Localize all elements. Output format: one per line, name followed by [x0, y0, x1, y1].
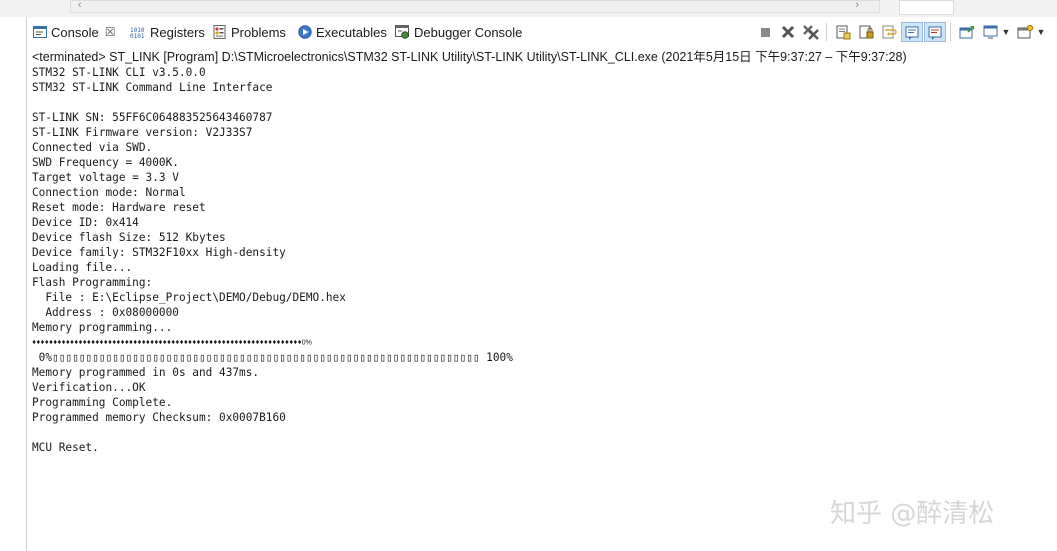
registers-icon: 1010 0101 — [130, 27, 145, 39]
console-line: Verification...OK — [32, 381, 146, 394]
progress-bar-line: 0%▯▯▯▯▯▯▯▯▯▯▯▯▯▯▯▯▯▯▯▯▯▯▯▯▯▯▯▯▯▯▯▯▯▯▯▯▯▯… — [32, 351, 513, 364]
remove-launch-button[interactable] — [777, 22, 799, 42]
tab-executables-label: Executables — [316, 24, 387, 40]
progress-glyphs-percent: 0% — [301, 339, 312, 347]
clear-console-icon — [836, 25, 850, 39]
pin-console-button[interactable] — [956, 22, 978, 42]
debugger-console-icon — [395, 25, 409, 39]
console-line: Loading file... — [32, 261, 133, 274]
console-line: Memory programming... — [32, 321, 173, 334]
display-console-icon — [983, 25, 997, 39]
tab-console-label: Console — [51, 24, 99, 40]
open-console-dropdown-icon[interactable]: ▼ — [1036, 27, 1046, 37]
left-pane — [0, 17, 27, 551]
console-view: Console ☒ 1010 0101 Registers Problems E… — [27, 17, 1057, 551]
console-line: Memory programmed in 0s and 437ms. — [32, 366, 260, 379]
top-strip: ‹ › — [0, 0, 1057, 17]
scroll-right-icon[interactable]: › — [855, 0, 859, 11]
word-wrap-icon — [882, 25, 897, 38]
toolbar-separator — [950, 23, 951, 41]
tab-executables[interactable]: Executables — [298, 21, 387, 43]
show-on-output-icon — [905, 26, 918, 40]
terminate-icon — [760, 27, 770, 37]
scroll-lock-button[interactable] — [855, 22, 877, 42]
console-line: Target voltage = 3.3 V — [32, 171, 179, 184]
remove-all-terminated-button[interactable] — [800, 22, 822, 42]
console-line: Device family: STM32F10xx High-density — [32, 246, 286, 259]
console-line: Programming Complete. — [32, 396, 173, 409]
remove-all-icon — [803, 25, 819, 40]
toolbar-separator — [826, 23, 827, 41]
executables-icon — [298, 25, 312, 39]
console-line: MCU Reset. — [32, 441, 99, 454]
console-output[interactable]: STM32 ST-LINK CLI v3.5.0.0 STM32 ST-LINK… — [32, 65, 1052, 455]
console-line: Reset mode: Hardware reset — [32, 201, 206, 214]
problems-icon — [213, 25, 226, 39]
horizontal-scrollbar[interactable]: ‹ › — [70, 0, 880, 13]
progress-glyph-line: ♦♦♦♦♦♦♦♦♦♦♦♦♦♦♦♦♦♦♦♦♦♦♦♦♦♦♦♦♦♦♦♦♦♦♦♦♦♦♦♦… — [32, 335, 1052, 350]
progress-glyphs: ♦♦♦♦♦♦♦♦♦♦♦♦♦♦♦♦♦♦♦♦♦♦♦♦♦♦♦♦♦♦♦♦♦♦♦♦♦♦♦♦… — [32, 338, 302, 347]
tab-registers[interactable]: 1010 0101 Registers — [130, 21, 205, 43]
console-line: Connected via SWD. — [32, 141, 153, 154]
console-line: STM32 ST-LINK CLI v3.5.0.0 — [32, 66, 206, 79]
close-icon[interactable]: ☒ — [105, 25, 116, 39]
show-on-stderr-button[interactable] — [924, 22, 946, 42]
svg-text:0101: 0101 — [130, 33, 145, 39]
clear-console-button[interactable] — [832, 22, 854, 42]
pin-console-icon — [959, 25, 974, 38]
console-line: Connection mode: Normal — [32, 186, 186, 199]
display-console-button[interactable] — [979, 22, 1001, 42]
console-line: Device flash Size: 512 Kbytes — [32, 231, 226, 244]
top-panel-box — [899, 0, 954, 15]
scroll-left-icon[interactable]: ‹ — [78, 0, 82, 11]
terminate-button[interactable] — [754, 22, 776, 42]
show-on-error-icon — [928, 26, 941, 40]
open-console-icon — [1017, 24, 1033, 38]
watermark: 知乎 @醉清松 — [830, 499, 995, 529]
tab-console[interactable]: Console ☒ — [33, 21, 115, 43]
open-console-button[interactable] — [1014, 22, 1036, 42]
console-toolbar: ▼ ▼ — [753, 21, 1046, 43]
launch-status-line: <terminated> ST_LINK [Program] D:\STMicr… — [32, 50, 907, 64]
word-wrap-button[interactable] — [878, 22, 900, 42]
console-line: Address : 0x08000000 — [32, 306, 179, 319]
console-line: ST-LINK SN: 55FF6C064883525643460787 — [32, 111, 273, 124]
show-on-stdout-button[interactable] — [901, 22, 923, 42]
tab-problems[interactable]: Problems — [213, 21, 286, 43]
console-line: Device ID: 0x414 — [32, 216, 139, 229]
tab-problems-label: Problems — [231, 24, 286, 40]
tab-debugger-console[interactable]: Debugger Console — [395, 21, 522, 43]
tab-debugger-console-label: Debugger Console — [414, 24, 523, 40]
console-line: STM32 ST-LINK Command Line Interface — [32, 81, 273, 94]
console-line: Flash Programming: — [32, 276, 153, 289]
display-console-dropdown-icon[interactable]: ▼ — [1001, 27, 1011, 37]
tab-registers-label: Registers — [150, 24, 205, 40]
console-line: Programmed memory Checksum: 0x0007B160 — [32, 411, 286, 424]
console-line: ST-LINK Firmware version: V2J33S7 — [32, 126, 253, 139]
scroll-lock-icon — [859, 25, 873, 38]
console-line: SWD Frequency = 4000K. — [32, 156, 179, 169]
console-line: File : E:\Eclipse_Project\DEMO/Debug/DEM… — [32, 291, 346, 304]
remove-icon — [781, 25, 795, 39]
console-icon — [33, 25, 47, 38]
